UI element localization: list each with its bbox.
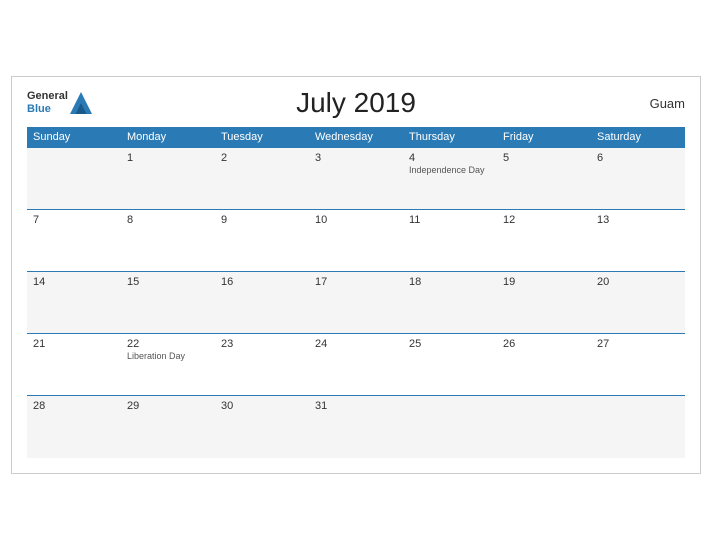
day-number: 2: [221, 152, 303, 164]
calendar-week-row: 28 29 30 31: [27, 396, 685, 458]
brand-general-text: General: [27, 90, 68, 102]
header-wednesday: Wednesday: [309, 127, 403, 148]
calendar-day-cell: 23: [215, 334, 309, 396]
day-number: 4: [409, 152, 491, 164]
day-number: 26: [503, 338, 585, 350]
day-number: 12: [503, 214, 585, 226]
day-number: 24: [315, 338, 397, 350]
calendar-day-cell: 21: [27, 334, 121, 396]
calendar-day-cell: [497, 396, 591, 458]
header-tuesday: Tuesday: [215, 127, 309, 148]
calendar-week-row: 14 15 16 17 18 19 20: [27, 272, 685, 334]
calendar-table: Sunday Monday Tuesday Wednesday Thursday…: [27, 127, 685, 458]
calendar-day-cell: 26: [497, 334, 591, 396]
day-number: 17: [315, 276, 397, 288]
brand-icon: [70, 92, 92, 114]
region-label: Guam: [650, 96, 685, 111]
day-number: 21: [33, 338, 115, 350]
day-number: 29: [127, 400, 209, 412]
calendar-day-cell: 16: [215, 272, 309, 334]
calendar-day-cell: 12: [497, 210, 591, 272]
calendar-day-cell: 15: [121, 272, 215, 334]
header-friday: Friday: [497, 127, 591, 148]
calendar-day-cell: 25: [403, 334, 497, 396]
calendar: General Blue July 2019 Guam Sunday Monda…: [11, 76, 701, 474]
day-number: 28: [33, 400, 115, 412]
day-number: 30: [221, 400, 303, 412]
header-saturday: Saturday: [591, 127, 685, 148]
calendar-header: General Blue July 2019 Guam: [27, 87, 685, 119]
day-number: 3: [315, 152, 397, 164]
calendar-day-cell: 28: [27, 396, 121, 458]
calendar-day-cell: 19: [497, 272, 591, 334]
day-number: 7: [33, 214, 115, 226]
calendar-day-cell: 27: [591, 334, 685, 396]
calendar-day-cell: 5: [497, 148, 591, 210]
calendar-title: July 2019: [296, 87, 416, 119]
calendar-day-cell: 17: [309, 272, 403, 334]
day-number: 27: [597, 338, 679, 350]
calendar-day-cell: 2: [215, 148, 309, 210]
calendar-day-cell: 4Independence Day: [403, 148, 497, 210]
calendar-week-row: 1234Independence Day56: [27, 148, 685, 210]
day-number: 20: [597, 276, 679, 288]
calendar-day-cell: 30: [215, 396, 309, 458]
holiday-label: Independence Day: [409, 165, 491, 175]
calendar-day-cell: 24: [309, 334, 403, 396]
day-number: 15: [127, 276, 209, 288]
day-number: 31: [315, 400, 397, 412]
calendar-day-cell: 1: [121, 148, 215, 210]
day-number: 16: [221, 276, 303, 288]
day-number: 14: [33, 276, 115, 288]
calendar-day-cell: 31: [309, 396, 403, 458]
day-number: 25: [409, 338, 491, 350]
day-number: 10: [315, 214, 397, 226]
calendar-day-cell: 10: [309, 210, 403, 272]
day-number: 5: [503, 152, 585, 164]
calendar-day-cell: [403, 396, 497, 458]
day-number: 23: [221, 338, 303, 350]
calendar-day-cell: 11: [403, 210, 497, 272]
calendar-day-cell: 18: [403, 272, 497, 334]
calendar-day-cell: 14: [27, 272, 121, 334]
calendar-day-cell: 20: [591, 272, 685, 334]
calendar-day-cell: 8: [121, 210, 215, 272]
day-number: 22: [127, 338, 209, 350]
calendar-day-cell: 13: [591, 210, 685, 272]
calendar-day-cell: 22Liberation Day: [121, 334, 215, 396]
brand-logo-area: General Blue: [27, 90, 92, 116]
holiday-label: Liberation Day: [127, 351, 209, 361]
day-number: 18: [409, 276, 491, 288]
calendar-day-cell: 6: [591, 148, 685, 210]
day-number: 19: [503, 276, 585, 288]
day-number: 1: [127, 152, 209, 164]
header-monday: Monday: [121, 127, 215, 148]
weekday-header-row: Sunday Monday Tuesday Wednesday Thursday…: [27, 127, 685, 148]
day-number: 13: [597, 214, 679, 226]
calendar-day-cell: [27, 148, 121, 210]
day-number: 6: [597, 152, 679, 164]
brand-blue-text: Blue: [27, 103, 51, 115]
day-number: 9: [221, 214, 303, 226]
calendar-week-row: 789 10 11 12 13: [27, 210, 685, 272]
header-sunday: Sunday: [27, 127, 121, 148]
calendar-week-row: 21 22Liberation Day 23 24 25 26 27: [27, 334, 685, 396]
header-thursday: Thursday: [403, 127, 497, 148]
calendar-day-cell: 7: [27, 210, 121, 272]
day-number: 11: [409, 214, 491, 226]
calendar-day-cell: 3: [309, 148, 403, 210]
day-number: 8: [127, 214, 209, 226]
calendar-day-cell: 29: [121, 396, 215, 458]
calendar-day-cell: 9: [215, 210, 309, 272]
calendar-day-cell: [591, 396, 685, 458]
